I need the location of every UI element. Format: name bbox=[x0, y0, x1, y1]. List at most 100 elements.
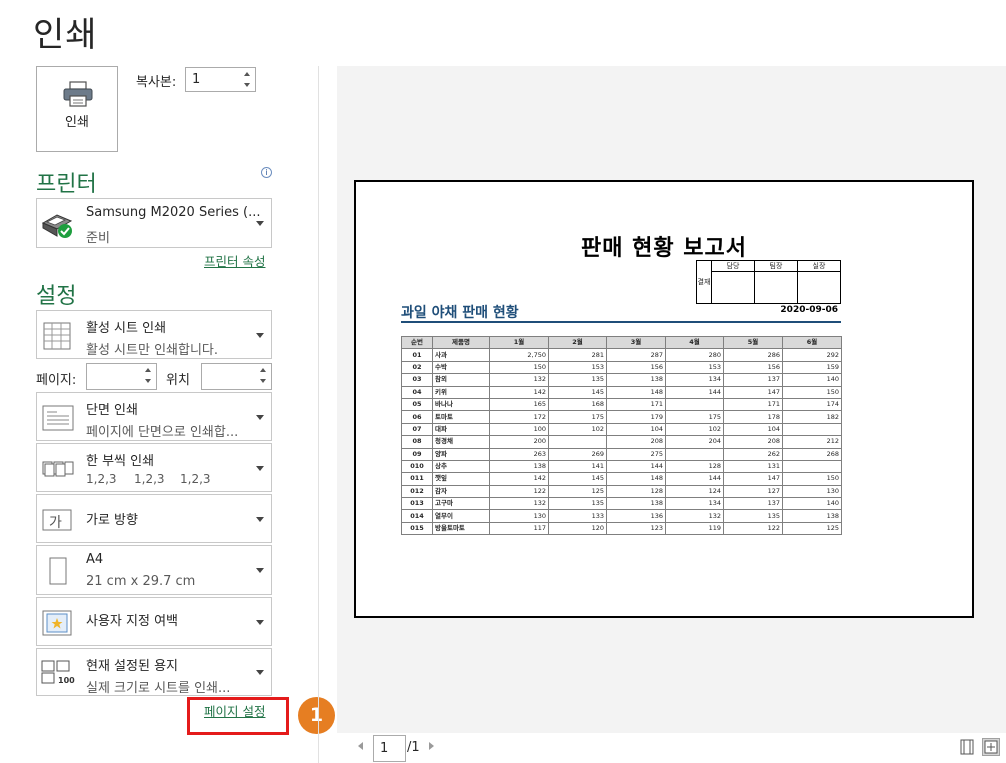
table-cell: 286 bbox=[723, 348, 783, 362]
table-cell: 174 bbox=[782, 397, 842, 412]
current-page-input[interactable]: 1 bbox=[373, 735, 406, 762]
scaling-sub: 실제 크기로 시트를 인쇄... bbox=[86, 681, 231, 696]
chevron-down-icon bbox=[256, 670, 264, 675]
collate-dropdown[interactable]: 한 부씩 인쇄 1,2,3 1,2,3 1,2,3 bbox=[36, 443, 272, 492]
orientation-main: 가로 방향 bbox=[86, 513, 138, 528]
margins-main: 사용자 지정 여백 bbox=[86, 614, 178, 629]
scaling-dropdown[interactable]: 100 현재 설정된 용지 실제 크기로 시트를 인쇄... bbox=[36, 648, 272, 696]
table-cell: 125 bbox=[782, 521, 842, 536]
table-cell bbox=[665, 397, 724, 412]
copies-label: 복사본: bbox=[136, 75, 177, 90]
pages-to-label: 위치 bbox=[166, 373, 190, 388]
table-cell: 바나나 bbox=[432, 397, 490, 412]
paper-size-dropdown[interactable]: A4 21 cm x 29.7 cm bbox=[36, 545, 272, 595]
pages-to-spinner[interactable] bbox=[257, 365, 269, 386]
table-cell: 2,750 bbox=[489, 348, 549, 362]
chevron-down-icon bbox=[256, 619, 264, 625]
print-what-sub: 활성 시트만 인쇄합니다. bbox=[86, 343, 218, 358]
copies-spinner[interactable] bbox=[241, 69, 253, 90]
table-cell: 03 bbox=[401, 373, 433, 387]
table-cell: 128 bbox=[665, 459, 724, 474]
print-button[interactable]: 인쇄 bbox=[36, 66, 118, 152]
chevron-down-icon bbox=[256, 568, 264, 573]
approval-header: 실장 bbox=[797, 260, 841, 272]
table-row: 010 상추 138 141 144 128 131 bbox=[401, 459, 842, 474]
table-cell: 01 bbox=[401, 348, 433, 362]
info-icon[interactable]: i bbox=[261, 167, 272, 178]
show-margins-icon[interactable] bbox=[958, 738, 976, 756]
table-cell: 175 bbox=[665, 410, 724, 424]
table-header-cell: 6월 bbox=[782, 335, 842, 350]
table-cell: 168 bbox=[548, 397, 607, 412]
table-cell: 275 bbox=[606, 447, 666, 461]
table-cell: 04 bbox=[401, 385, 433, 399]
table-cell: 키위 bbox=[432, 385, 490, 399]
table-cell: 06 bbox=[401, 410, 433, 424]
table-cell: 방울토마토 bbox=[432, 521, 490, 536]
chevron-down-icon bbox=[256, 332, 264, 338]
margins-dropdown[interactable]: 사용자 지정 여백 bbox=[36, 597, 272, 646]
table-cell: 144 bbox=[606, 459, 666, 474]
paper-sub: 21 cm x 29.7 cm bbox=[86, 574, 196, 589]
table-cell: 156 bbox=[606, 360, 666, 375]
paper-icon bbox=[41, 556, 75, 586]
table-row: 011 깻잎 142 145 148 144 147 150 bbox=[401, 472, 842, 486]
printer-icon bbox=[63, 81, 93, 111]
table-cell: 100 bbox=[489, 422, 549, 437]
approval-sign-cell bbox=[797, 271, 841, 304]
approval-sign-cell bbox=[754, 271, 798, 304]
table-cell: 175 bbox=[548, 410, 607, 424]
table-cell: 깻잎 bbox=[432, 472, 490, 486]
table-cell: 165 bbox=[489, 397, 549, 412]
table-header-cell: 5월 bbox=[723, 335, 783, 350]
table-cell: 212 bbox=[782, 435, 842, 449]
table-cell: 02 bbox=[401, 360, 433, 375]
table-row: 015 방울토마토 117 120 123 119 122 125 bbox=[401, 521, 842, 536]
collate-sub-2: 1,2,3 bbox=[134, 472, 165, 486]
table-cell: 159 bbox=[782, 360, 842, 375]
table-row: 05 바나나 165 168 171 171 174 bbox=[401, 397, 842, 412]
previous-page-arrow-icon[interactable] bbox=[358, 742, 363, 750]
table-cell: 150 bbox=[782, 472, 842, 486]
table-cell: 150 bbox=[782, 385, 842, 399]
table-cell: 104 bbox=[723, 422, 783, 437]
table-header-cell: 3월 bbox=[606, 335, 666, 350]
pages-from-input[interactable] bbox=[86, 363, 157, 390]
table-cell: 281 bbox=[548, 348, 607, 362]
table-cell: 138 bbox=[489, 459, 549, 474]
table-cell: 156 bbox=[723, 360, 783, 375]
table-cell: 147 bbox=[723, 472, 783, 486]
approval-header: 담당 bbox=[711, 260, 755, 272]
settings-section-title: 설정 bbox=[36, 284, 77, 309]
table-cell: 고구마 bbox=[432, 497, 490, 511]
table-cell: 011 bbox=[401, 472, 433, 486]
approval-table: 결재 담당 팀장 실장 bbox=[696, 260, 841, 304]
orientation-dropdown[interactable]: 가 가로 방향 bbox=[36, 494, 272, 543]
table-cell: 148 bbox=[606, 385, 666, 399]
chevron-down-icon bbox=[256, 465, 264, 471]
table-row: 01 사과 2,750 281 287 280 286 292 bbox=[401, 348, 842, 362]
sides-dropdown[interactable]: 단면 인쇄 페이지에 단면으로 인쇄합... bbox=[36, 392, 272, 441]
table-row: 013 고구마 132 135 138 134 137 140 bbox=[401, 497, 842, 511]
table-header-cell: 2월 bbox=[548, 335, 607, 350]
next-page-arrow-icon[interactable] bbox=[429, 742, 434, 750]
table-cell: 171 bbox=[723, 397, 783, 412]
zoom-to-page-icon[interactable] bbox=[982, 738, 1000, 756]
printer-properties-link[interactable]: 프린터 속성 bbox=[204, 251, 265, 270]
report-subtitle: 과일 야채 판매 현황 bbox=[401, 305, 519, 321]
table-cell: 178 bbox=[723, 410, 783, 424]
printer-dropdown[interactable]: Samsung M2020 Series (... 준비 bbox=[36, 198, 272, 248]
print-what-dropdown[interactable]: 활성 시트 인쇄 활성 시트만 인쇄합니다. bbox=[36, 310, 272, 359]
pages-to-input[interactable] bbox=[201, 363, 272, 390]
table-cell: 130 bbox=[782, 484, 842, 499]
table-cell: 122 bbox=[489, 484, 549, 499]
pages-from-spinner[interactable] bbox=[142, 365, 154, 386]
table-cell: 182 bbox=[782, 410, 842, 424]
table-cell: 144 bbox=[665, 385, 724, 399]
approval-side-label: 결재 bbox=[696, 260, 712, 304]
collate-sub-1: 1,2,3 bbox=[86, 472, 117, 486]
table-cell: 153 bbox=[548, 360, 607, 375]
collate-sub-3: 1,2,3 bbox=[180, 472, 211, 486]
copies-input[interactable]: 1 bbox=[185, 67, 256, 92]
table-cell: 수박 bbox=[432, 360, 490, 375]
